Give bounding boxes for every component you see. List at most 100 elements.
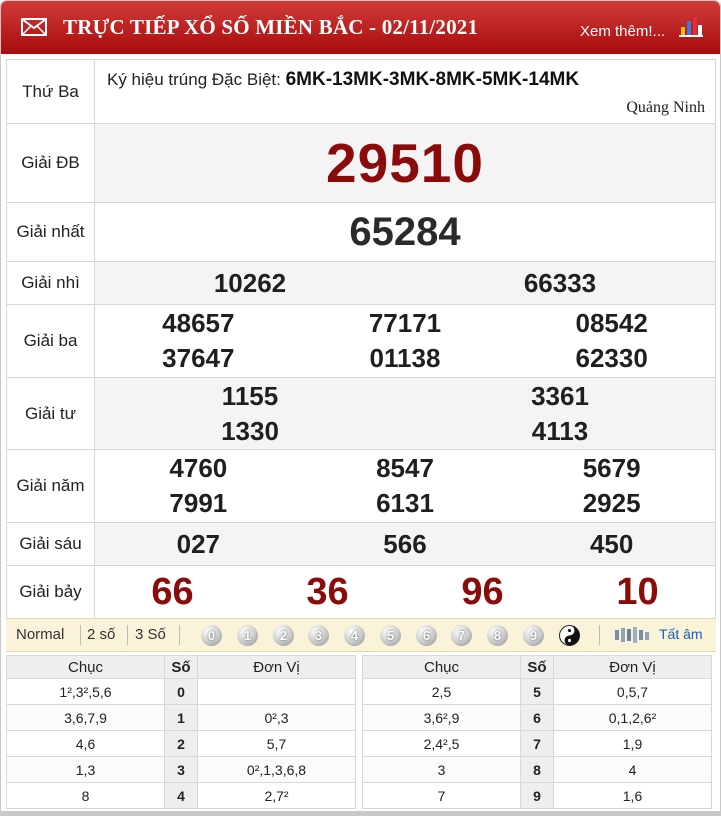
loto-table-left: Chục Số Đơn Vị 1²,3²,5,6 0 3,6,7,9 1 0²,… [6, 655, 356, 809]
digit-ball-1[interactable]: 1 [237, 625, 258, 646]
so-cell: 4 [164, 782, 198, 809]
digit-filter-toolbar: Normal 2 số 3 Số 0 1 2 3 4 5 6 7 8 9 Tất… [6, 618, 716, 652]
prize-number: 450 [589, 528, 634, 559]
prize-number: 5679 [582, 453, 641, 483]
so-cell: 6 [520, 704, 554, 731]
divider [127, 625, 128, 645]
so-cell: 1 [164, 704, 198, 731]
donvi-cell: 0²,3 [197, 704, 356, 731]
mute-all-link[interactable]: Tất âm [659, 626, 703, 642]
table-row: 1²,3²,5,6 0 [6, 678, 356, 705]
chuc-cell: 3,6²,9 [362, 704, 521, 731]
table-row: 3,6,7,9 1 0²,3 [6, 704, 356, 731]
chuc-cell: 2,4²,5 [362, 730, 521, 757]
digit-ball-3[interactable]: 3 [308, 625, 329, 646]
prize-number: 66333 [523, 267, 597, 298]
prize-number: 6131 [376, 488, 434, 518]
digit-ball-2[interactable]: 2 [273, 625, 294, 646]
prize-number: 10262 [213, 267, 287, 298]
see-more-link[interactable]: Xem thêm!... [580, 23, 665, 40]
divider [179, 625, 180, 645]
col-header-donvi: Đơn Vị [197, 655, 356, 679]
prize-g2-cell: 10262 66333 [94, 261, 716, 305]
table-row: 4,6 2 5,7 [6, 730, 356, 757]
prize-db-cell: 29510 [94, 123, 716, 203]
results-panel: TRỰC TIẾP XỔ SỐ MIỀN BẮC - 02/11/2021 Xe… [0, 0, 721, 816]
digit-ball-9[interactable]: 9 [523, 625, 544, 646]
prize-number: 01138 [369, 343, 441, 373]
prize-g3-cell: 48657 37647 77171 01138 08542 62330 [94, 304, 716, 378]
prize-label-g1: Giải nhất [6, 202, 95, 262]
prize-g5-cell: 4760 7991 8547 6131 5679 2925 [94, 449, 716, 523]
special-code-label: Ký hiệu trúng Đặc Biệt: [107, 69, 281, 89]
loto-table-right: Chục Số Đơn Vị 2,5 5 0,5,7 3,6²,9 6 0,1,… [362, 655, 712, 809]
so-cell: 9 [520, 782, 554, 809]
chuc-cell: 1,3 [6, 756, 165, 783]
day-label: Thứ Ba [6, 59, 95, 124]
prize-number: 3361 [531, 380, 589, 411]
table-row: 2,5 5 0,5,7 [362, 678, 712, 705]
prize-number: 37647 [162, 343, 235, 373]
donvi-cell: 4 [553, 756, 712, 783]
prize-number: 1330 [221, 415, 279, 446]
special-code-row: Ký hiệu trúng Đặc Biệt: 6MK-13MK-3MK-8MK… [107, 69, 579, 91]
prize-number: 566 [383, 528, 427, 559]
chuc-cell: 3,6,7,9 [6, 704, 165, 731]
prize-number: 4113 [531, 415, 589, 446]
col-header-chuc: Chục [362, 655, 521, 679]
prize-label-g3: Giải ba [6, 304, 95, 378]
digit-ball-6[interactable]: 6 [416, 625, 437, 646]
first-prize-number: 65284 [349, 210, 461, 254]
special-code-cell: Ký hiệu trúng Đặc Biệt: 6MK-13MK-3MK-8MK… [94, 59, 716, 124]
prize-g6-cell: 027 566 450 [94, 522, 716, 566]
table-row: 3 8 4 [362, 756, 712, 783]
prize-label-g7: Giải bảy [6, 565, 95, 619]
mail-icon [21, 18, 47, 36]
prize-label-db: Giải ĐB [6, 123, 95, 203]
sound-icon[interactable] [615, 627, 653, 643]
digit-ball-8[interactable]: 8 [487, 625, 508, 646]
prize-number: 8547 [376, 453, 434, 483]
so-cell: 5 [520, 678, 554, 705]
chuc-cell: 8 [6, 782, 165, 809]
digit-ball-0[interactable]: 0 [201, 625, 222, 646]
digit-ball-5[interactable]: 5 [380, 625, 401, 646]
prize-number: 96 [461, 570, 504, 613]
donvi-cell: 1,9 [553, 730, 712, 757]
table-row: 1,3 3 0²,1,3,6,8 [6, 756, 356, 783]
digit-ball-4[interactable]: 4 [344, 625, 365, 646]
prize-g1-cell: 65284 [94, 202, 716, 262]
donvi-cell: 2,7² [197, 782, 356, 809]
chuc-cell: 1²,3²,5,6 [6, 678, 165, 705]
prize-number: 10 [616, 570, 659, 613]
results-table: Thứ Ba Ký hiệu trúng Đặc Biệt: 6MK-13MK-… [6, 59, 716, 619]
table-row: 2,4²,5 7 1,9 [362, 730, 712, 757]
prize-number: 027 [176, 528, 221, 559]
mode-normal-button[interactable]: Normal [16, 626, 64, 643]
prize-number: 1155 [221, 380, 279, 411]
divider [80, 625, 81, 645]
prize-number: 77171 [368, 308, 442, 338]
table-row: 8 4 2,7² [6, 782, 356, 809]
table-row: 3,6²,9 6 0,1,2,6² [362, 704, 712, 731]
mode-2-digits-button[interactable]: 2 số [87, 626, 115, 643]
bar-chart-icon[interactable] [679, 15, 703, 37]
yin-yang-icon[interactable] [559, 625, 580, 646]
chuc-cell: 7 [362, 782, 521, 809]
prize-label-g5: Giải năm [6, 449, 95, 523]
digit-ball-7[interactable]: 7 [451, 625, 472, 646]
bottom-border [0, 811, 721, 816]
prize-number: 62330 [575, 343, 648, 373]
chuc-cell: 2,5 [362, 678, 521, 705]
so-cell: 3 [164, 756, 198, 783]
col-header-so: Số [164, 655, 198, 679]
prize-g7-cell: 66 36 96 10 [94, 565, 716, 619]
province-name: Quảng Ninh [626, 98, 705, 116]
mode-3-digits-button[interactable]: 3 Số [135, 626, 166, 643]
donvi-cell: 0,1,2,6² [553, 704, 712, 731]
prize-g4-cell: 1155 1330 3361 4113 [94, 377, 716, 450]
so-cell: 8 [520, 756, 554, 783]
donvi-cell: 1,6 [553, 782, 712, 809]
so-cell: 7 [520, 730, 554, 757]
table-row: 7 9 1,6 [362, 782, 712, 809]
